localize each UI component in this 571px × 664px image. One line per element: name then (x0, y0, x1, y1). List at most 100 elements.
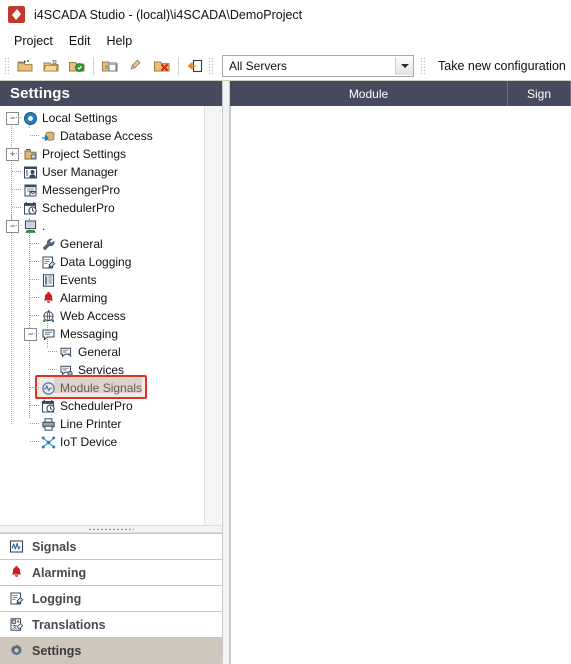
tree-guide (48, 369, 57, 370)
tree-item-database-access[interactable]: Database Access (40, 128, 153, 144)
tree-item-web-access[interactable]: Web Access (40, 308, 126, 324)
tree-item-user-manager[interactable]: User Manager (22, 164, 118, 180)
tree-item-server-node[interactable]: . (22, 218, 45, 234)
grid-column-module[interactable]: Module (230, 81, 508, 106)
tree-item-messaging[interactable]: Messaging (40, 326, 118, 342)
tree-item-general[interactable]: General (40, 236, 103, 252)
folder-new-icon (17, 60, 33, 72)
folder-window-icon (102, 61, 118, 72)
open-project-button[interactable] (38, 54, 64, 79)
nav-item-label: Settings (32, 643, 82, 658)
tree-item-schedulerpro-top[interactable]: SchedulerPro (22, 200, 115, 216)
tree-guide (30, 243, 39, 244)
tree-guide (30, 423, 39, 424)
menu-edit[interactable]: Edit (61, 32, 99, 50)
svg-text:文: 文 (12, 624, 17, 631)
tree-guide (30, 279, 39, 280)
take-new-configuration-button[interactable]: Take new configuration (438, 59, 566, 73)
tree-item-line-printer[interactable]: Line Printer (40, 416, 121, 432)
tree-guide (48, 351, 57, 352)
tree-item-iot-device[interactable]: IoT Device (40, 434, 117, 450)
tree-guide (30, 441, 39, 442)
expander-messaging[interactable]: − (24, 328, 37, 341)
settings-tree-scroll[interactable]: Local Settings − Database Access Project… (0, 106, 222, 525)
toolbar-separator (93, 57, 94, 75)
tree-item-label: Database Access (60, 129, 153, 143)
tree-guide (30, 333, 39, 334)
grid-body[interactable] (230, 106, 571, 664)
scheduler-icon (22, 200, 38, 216)
toolbar-grip-2[interactable] (208, 57, 214, 75)
alarm-bell-icon (8, 565, 24, 581)
tree-item-messengerpro[interactable]: MessengerPro (22, 182, 120, 198)
menu-help[interactable]: Help (98, 32, 140, 50)
clean-button[interactable] (123, 54, 149, 79)
tree-item-label: General (60, 237, 103, 251)
alarm-bell-icon (40, 290, 56, 306)
tree-vertical-scrollbar[interactable] (204, 106, 221, 525)
tree-item-label: SchedulerPro (60, 399, 133, 413)
user-manager-icon (22, 164, 38, 180)
server-filter-value[interactable]: All Servers (223, 59, 395, 73)
data-logging-icon (40, 254, 56, 270)
new-project-button[interactable] (12, 54, 38, 79)
expander-server-node[interactable]: − (6, 220, 19, 233)
grid-column-signal[interactable]: Sign (508, 81, 571, 106)
translations-icon: A 文 (8, 617, 24, 633)
tree-item-events[interactable]: Events (40, 272, 97, 288)
tree-item-label: Line Printer (60, 417, 122, 431)
tree-guide (11, 117, 12, 221)
tree-item-label: Module Signals (60, 381, 143, 395)
module-nav-list: Signals Alarming Logging A 文 Translation… (0, 533, 222, 664)
tree-item-alarming[interactable]: Alarming (40, 290, 107, 306)
nav-item-signals[interactable]: Signals (0, 534, 222, 560)
save-project-button[interactable] (64, 54, 90, 79)
nav-item-settings[interactable]: Settings (0, 638, 222, 664)
tree-item-label: User Manager (42, 165, 119, 179)
tree-guide (29, 218, 30, 418)
settings-panel-header: Settings (0, 81, 222, 106)
nav-item-logging[interactable]: Logging (0, 586, 222, 612)
gear-blue-icon (22, 110, 38, 126)
delete-project-button[interactable] (149, 54, 175, 79)
toolbar-grip[interactable] (4, 57, 10, 75)
toolbar-grip-3[interactable] (420, 57, 426, 75)
tree-item-label: IoT Device (60, 435, 118, 449)
toolbar-separator (178, 57, 179, 75)
tree-guide (12, 189, 21, 190)
main-content: Settings Local Settings − Database Acces… (0, 81, 571, 664)
chevron-down-icon[interactable] (395, 57, 413, 75)
import-button[interactable] (97, 54, 123, 79)
nav-item-label: Signals (32, 539, 77, 554)
module-signals-grid: Module Sign (230, 81, 571, 664)
project-settings-icon (22, 146, 38, 162)
tree-item-label: Events (60, 273, 97, 287)
window-title: i4SCADA Studio - (local)\i4SCADA\DemoPro… (34, 7, 303, 22)
tree-item-schedulerpro[interactable]: SchedulerPro (40, 398, 133, 414)
nav-item-label: Logging (32, 591, 82, 606)
tree-guide (30, 315, 39, 316)
tree-item-local-settings[interactable]: Local Settings (22, 110, 117, 126)
tree-item-project-settings[interactable]: Project Settings (22, 146, 126, 162)
menu-bar: Project Edit Help (0, 29, 571, 52)
nav-item-translations[interactable]: A 文 Translations (0, 612, 222, 638)
module-signals-icon (40, 380, 56, 396)
logout-button[interactable] (182, 54, 208, 79)
dock-splitter[interactable] (0, 525, 222, 533)
folder-delete-icon (154, 61, 170, 72)
menu-project[interactable]: Project (6, 32, 61, 50)
data-logging-icon (8, 591, 24, 607)
server-filter-combo[interactable]: All Servers (222, 55, 414, 77)
tree-item-messaging-general[interactable]: General (58, 344, 121, 360)
expander-project-settings[interactable]: + (6, 148, 19, 161)
tree-item-data-logging[interactable]: Data Logging (40, 254, 131, 270)
settings-dock: Settings Local Settings − Database Acces… (0, 81, 222, 664)
tree-guide (11, 214, 12, 424)
tree-item-label: Data Logging (60, 255, 132, 269)
nav-item-label: Alarming (32, 565, 87, 580)
exit-arrow-icon (187, 59, 203, 73)
vertical-splitter[interactable] (222, 81, 230, 664)
tree-item-module-signals[interactable]: Module Signals (40, 380, 142, 396)
expander-local-settings[interactable]: − (6, 112, 19, 125)
nav-item-alarming[interactable]: Alarming (0, 560, 222, 586)
